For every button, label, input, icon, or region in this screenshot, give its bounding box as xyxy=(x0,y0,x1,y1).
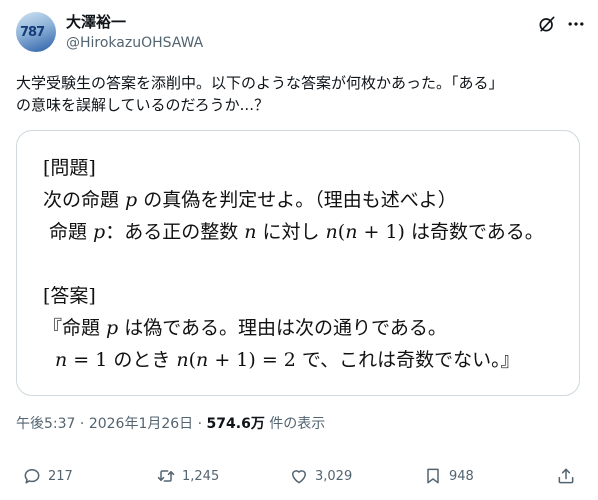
tweet-date[interactable]: 2026年1月26日 xyxy=(89,416,193,432)
reply-count: 217 xyxy=(48,468,73,484)
bookmark-button[interactable]: 948 xyxy=(423,464,474,488)
tweet-time[interactable]: 午後5:37 xyxy=(16,416,75,432)
avatar[interactable]: 787 xyxy=(16,12,56,52)
tweet-image[interactable]: [問題] 次の命題 𝑝 の真偽を判定せよ。（理由も述べよ） 命題 𝑝：ある正の整… xyxy=(16,130,580,396)
tweet-text-line: 大学受験生の答案を添削中。以下のような答案が何枚かあった。「ある」 xyxy=(16,74,504,92)
repost-count: 1,245 xyxy=(182,468,220,484)
reply-button[interactable]: 217 xyxy=(22,464,73,488)
problem-line-1: 次の命題 𝑝 の真偽を判定せよ。（理由も述べよ） xyxy=(43,189,457,211)
reply-icon xyxy=(24,469,40,484)
answer-heading: [答案] xyxy=(43,285,96,307)
tweet-meta: 午後5:37 · 2026年1月26日 · 574.6万 件の表示 xyxy=(16,414,325,434)
author-display-name[interactable]: 大澤裕一 xyxy=(66,12,126,32)
like-button[interactable]: 3,029 xyxy=(289,464,352,488)
bookmark-count: 948 xyxy=(449,468,474,484)
view-count-label: 件の表示 xyxy=(264,416,326,432)
tweet-text-line: の意味を誤解しているのだろうか...？ xyxy=(16,96,269,114)
author-handle[interactable]: @HirokazuOHSAWA xyxy=(66,34,203,52)
repost-icon xyxy=(157,470,175,482)
share-icon xyxy=(558,468,574,484)
share-button[interactable] xyxy=(556,464,576,488)
avatar-text: 787 xyxy=(20,25,45,40)
repost-button[interactable]: 1,245 xyxy=(156,464,219,488)
problem-line-2: 命題 𝑝：ある正の整数 𝑛 に対し 𝑛(𝑛 + 1) は奇数である。 xyxy=(49,221,544,243)
grok-icon[interactable] xyxy=(537,14,557,34)
answer-line-2: 𝑛 = 1 のとき 𝑛(𝑛 + 1) = 2 で、これは奇数でない。』 xyxy=(55,349,520,371)
tweet-text: 大学受験生の答案を添削中。以下のような答案が何枚かあった。「ある」 の意味を誤解… xyxy=(16,72,582,116)
bookmark-icon xyxy=(427,468,439,484)
like-count: 3,029 xyxy=(315,468,353,484)
problem-heading: [問題] xyxy=(43,157,96,179)
meta-separator: · xyxy=(193,416,207,432)
more-options-icon[interactable] xyxy=(566,14,586,34)
answer-line-1: 『命題 𝑝 は偽である。理由は次の通りである。 xyxy=(43,317,447,339)
meta-separator: · xyxy=(75,416,89,432)
heart-icon xyxy=(292,470,306,484)
view-count: 574.6万 xyxy=(206,416,265,432)
